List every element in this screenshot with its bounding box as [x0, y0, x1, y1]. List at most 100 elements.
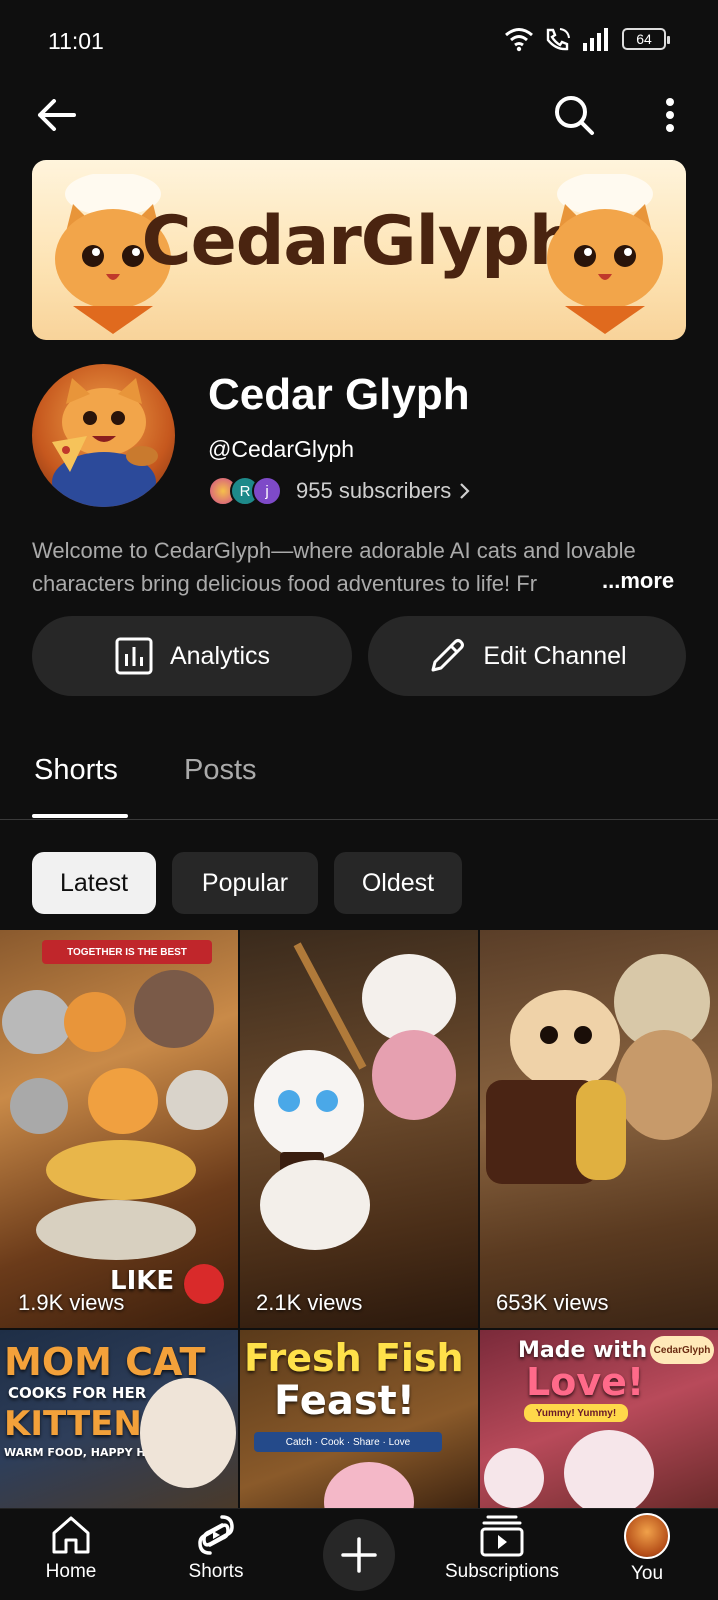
- edit-channel-label: Edit Channel: [483, 641, 627, 670]
- status-time: 11:01: [48, 28, 104, 54]
- caption-ribbon: Catch · Cook · Share · Love: [254, 1432, 442, 1452]
- short-thumbnail[interactable]: 653K views: [480, 930, 718, 1328]
- battery-icon: 64: [622, 28, 670, 50]
- kitten-eye: [316, 1090, 338, 1112]
- wifi-call-icon: [546, 28, 570, 51]
- subscriptions-icon: [480, 1515, 524, 1557]
- home-icon: [52, 1516, 90, 1554]
- chip-latest[interactable]: Latest: [32, 852, 156, 914]
- short-views: 2.1K views: [256, 1290, 363, 1315]
- battery-level: 64: [636, 31, 652, 47]
- top-app-bar: [0, 84, 718, 144]
- chip-popular[interactable]: Popular: [172, 852, 318, 914]
- subscribers-link[interactable]: R j 955 subscribers: [208, 474, 473, 508]
- cat-character: [564, 1430, 654, 1508]
- short-thumbnail[interactable]: MOM CAT COOKS FOR HER KITTENS! WARM FOOD…: [0, 1330, 238, 1508]
- fish-plate: [36, 1200, 196, 1260]
- channel-handle: @CedarGlyph: [208, 436, 355, 462]
- short-thumbnail[interactable]: TOGETHER IS THE BEST LIKE & 1.9K views: [0, 930, 238, 1328]
- short-views: 653K views: [496, 1290, 609, 1315]
- channel-banner: CedarGlyph: [32, 160, 686, 340]
- back-button[interactable]: [28, 90, 84, 140]
- short-caption: Yummy! Yummy!: [535, 1407, 617, 1419]
- more-link[interactable]: ...more: [598, 568, 675, 594]
- nav-label: Shorts: [188, 1561, 244, 1582]
- nav-home[interactable]: Home: [36, 1513, 106, 1583]
- short-caption: Feast!: [274, 1378, 415, 1424]
- short-caption: MOM CAT: [4, 1340, 206, 1384]
- bottom-navigation: Home Shorts Subscriptions You: [0, 1508, 718, 1600]
- channel-avatar[interactable]: [32, 364, 175, 507]
- kitten-eye: [278, 1090, 300, 1112]
- shorts-icon: [198, 1515, 234, 1555]
- nav-shorts[interactable]: Shorts: [176, 1513, 256, 1583]
- short-thumbnail[interactable]: Made with Love! Yummy! Yummy! CedarGlyph: [480, 1330, 718, 1508]
- caption-ribbon: TOGETHER IS THE BEST: [42, 940, 212, 964]
- kitten-character: [484, 1448, 544, 1508]
- search-button[interactable]: [546, 88, 602, 142]
- channel-description[interactable]: Welcome to CedarGlyph—where adorable AI …: [32, 534, 692, 600]
- edit-channel-button[interactable]: Edit Channel: [368, 616, 686, 696]
- short-caption: CedarGlyph: [653, 1344, 711, 1356]
- cat-character: [2, 990, 72, 1054]
- cat-character: [10, 1078, 68, 1134]
- analytics-icon: [115, 637, 153, 675]
- short-caption: COOKS FOR HER: [8, 1384, 147, 1402]
- more-vertical-icon: [666, 98, 674, 132]
- description-line: characters bring delicious food adventur…: [32, 571, 538, 596]
- more-options-button[interactable]: [646, 88, 694, 142]
- person-character: [134, 970, 214, 1048]
- analytics-button[interactable]: Analytics: [32, 616, 352, 696]
- short-caption: TOGETHER IS THE BEST: [67, 946, 187, 958]
- nav-you[interactable]: You: [612, 1513, 682, 1585]
- subscriber-count: 955 subscribers: [296, 478, 452, 503]
- short-views: 1.9K views: [18, 1290, 125, 1315]
- kitten-character: [510, 990, 620, 1090]
- channel-tabs: Shorts Posts: [0, 740, 718, 820]
- short-thumbnail[interactable]: 2.1K views: [240, 930, 478, 1328]
- cat-character: [324, 1462, 414, 1508]
- pencil-icon: [431, 639, 465, 672]
- cat-character: [140, 1378, 236, 1488]
- status-bar: 11:01 64: [0, 0, 718, 84]
- kitten-eye: [540, 1026, 558, 1044]
- active-tab-indicator: [32, 814, 128, 818]
- short-caption: Catch · Cook · Share · Love: [285, 1436, 411, 1448]
- tab-shorts[interactable]: Shorts: [34, 754, 118, 787]
- avatar: [624, 1513, 670, 1559]
- cat-character: [64, 992, 126, 1052]
- nav-subscriptions[interactable]: Subscriptions: [432, 1513, 572, 1583]
- subscriber-avatar: j: [252, 476, 282, 506]
- chip-oldest[interactable]: Oldest: [334, 852, 462, 914]
- signal-icon: [583, 28, 608, 51]
- kitten-character: [254, 1050, 364, 1160]
- food-platter: [46, 1140, 196, 1200]
- nav-label: Subscriptions: [444, 1561, 560, 1582]
- wifi-icon: [505, 28, 533, 52]
- cat-character: [166, 1070, 228, 1130]
- cat-character: [88, 1068, 158, 1134]
- tab-posts[interactable]: Posts: [184, 754, 257, 787]
- arrow-left-icon: [38, 99, 76, 131]
- description-line: Welcome to CedarGlyph—where adorable AI …: [32, 538, 636, 563]
- analytics-label: Analytics: [169, 641, 271, 670]
- kitten-arm: [576, 1080, 626, 1180]
- cat-apron: [372, 1030, 456, 1120]
- search-icon: [555, 96, 594, 135]
- nav-label: You: [630, 1563, 664, 1584]
- status-icons: 64: [504, 26, 670, 52]
- chevron-right-icon: [460, 483, 470, 499]
- kitten-eye: [574, 1026, 592, 1044]
- channel-name: Cedar Glyph: [208, 370, 470, 419]
- kitten-body: [260, 1160, 370, 1250]
- plus-icon: [341, 1537, 377, 1573]
- chef-cat-right-illustration: [547, 174, 663, 334]
- create-button[interactable]: [323, 1519, 395, 1591]
- short-thumbnail[interactable]: Fresh Fish Feast! Catch · Cook · Share ·…: [240, 1330, 478, 1508]
- cat-eating-pizza-image: [52, 378, 158, 507]
- caption-ribbon: Yummy! Yummy!: [524, 1404, 628, 1422]
- bell-icon: [184, 1264, 224, 1304]
- short-caption: Fresh Fish: [244, 1336, 464, 1380]
- nav-label: Home: [45, 1561, 97, 1582]
- subscriber-avatars: R j: [208, 476, 282, 506]
